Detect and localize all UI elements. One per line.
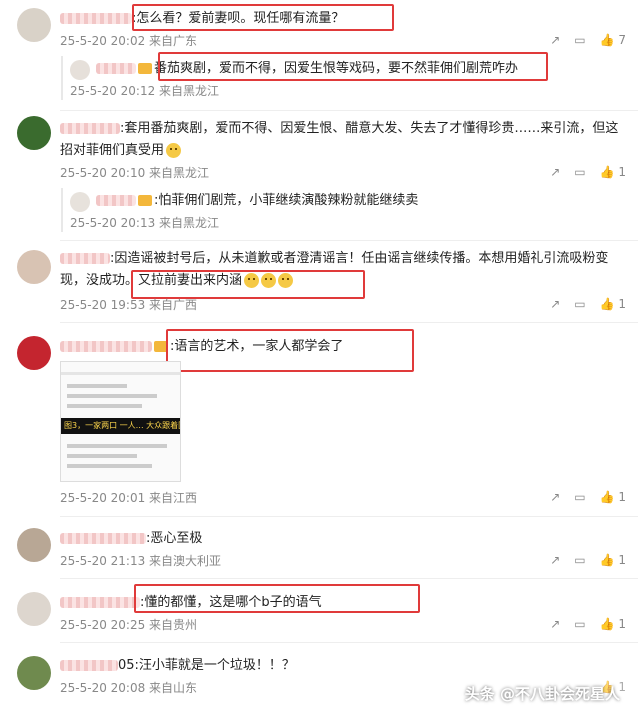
- highlight-box: [132, 4, 394, 31]
- comment-actions: ↗ ▭ 👍 1: [550, 617, 626, 631]
- username[interactable]: [96, 195, 136, 206]
- like-button[interactable]: 👍 1: [600, 553, 626, 567]
- share-icon[interactable]: ↗: [550, 165, 560, 179]
- crown-icon: [138, 63, 152, 74]
- comment-meta: 25-5-20 19:53 来自广西: [60, 298, 198, 312]
- reply-bar: [61, 188, 63, 232]
- share-icon[interactable]: ↗: [550, 617, 560, 631]
- highlight-box: [166, 329, 414, 372]
- comment-meta: 25-5-20 20:10 来自黑龙江: [60, 166, 210, 180]
- like-button[interactable]: 👍 1: [600, 617, 626, 631]
- image-caption: 图3，一家两口 一人… 大众跟着回国: [61, 418, 180, 434]
- divider: [60, 642, 638, 643]
- comment-text: :恶心至极: [60, 530, 202, 548]
- comment-meta: 25-5-20 20:12 来自黑龙江: [70, 84, 220, 98]
- avatar[interactable]: [70, 192, 90, 212]
- avatar[interactable]: [70, 60, 90, 80]
- comment-icon[interactable]: ▭: [574, 165, 585, 179]
- username[interactable]: [96, 63, 136, 74]
- comment-meta: 25-5-20 20:13 来自黑龙江: [70, 216, 220, 230]
- avatar[interactable]: [17, 336, 51, 370]
- comment-text: :套用番茄爽剧，爱而不得、因爱生恨、醋意大发、失去了才懂得珍贵……来引流，但这招…: [60, 121, 619, 158]
- share-icon[interactable]: ↗: [550, 490, 560, 504]
- comment-text: :怕菲佣们剧荒，小菲继续演酸辣粉就能继续卖: [96, 192, 418, 210]
- divider: [60, 516, 638, 517]
- avatar[interactable]: [17, 116, 51, 150]
- avatar[interactable]: [17, 528, 51, 562]
- comment-icon[interactable]: ▭: [574, 490, 585, 504]
- share-icon[interactable]: ↗: [550, 33, 560, 47]
- highlight-box: [131, 270, 365, 299]
- divider: [60, 322, 638, 323]
- username[interactable]: [60, 13, 132, 24]
- avatar[interactable]: [17, 656, 51, 690]
- avatar[interactable]: [17, 8, 51, 42]
- like-button[interactable]: 👍 1: [600, 490, 626, 504]
- comment-icon[interactable]: ▭: [574, 297, 585, 311]
- divider: [60, 110, 638, 111]
- comment-actions: ↗ ▭ 👍 1: [550, 165, 626, 179]
- reply-bar: [61, 56, 63, 100]
- comment-actions: ↗ ▭ 👍 7: [550, 33, 626, 47]
- comment-actions: ↗ ▭ 👍 1: [550, 490, 626, 504]
- username[interactable]: [60, 253, 110, 264]
- divider: [60, 578, 638, 579]
- comment-icon[interactable]: ▭: [574, 33, 585, 47]
- comment-meta: 25-5-20 21:13 来自澳大利亚: [60, 554, 222, 568]
- username[interactable]: [60, 533, 146, 544]
- share-icon[interactable]: ↗: [550, 297, 560, 311]
- comment-meta: 25-5-20 20:01 来自江西: [60, 491, 198, 505]
- like-button[interactable]: 👍 7: [600, 33, 626, 47]
- comment-image[interactable]: 图3，一家两口 一人… 大众跟着回国: [60, 361, 181, 482]
- comment-meta: 25-5-20 20:25 来自贵州: [60, 618, 198, 632]
- crown-icon: [138, 195, 152, 206]
- divider: [60, 240, 638, 241]
- comment-icon[interactable]: ▭: [574, 617, 585, 631]
- highlight-box: [158, 52, 548, 81]
- username[interactable]: [60, 341, 152, 352]
- comment-actions: ↗ ▭ 👍 1: [550, 553, 626, 567]
- share-icon[interactable]: ↗: [550, 553, 560, 567]
- avatar[interactable]: [17, 592, 51, 626]
- comment-icon[interactable]: ▭: [574, 553, 585, 567]
- watermark: 头条 @不八卦会死星人: [464, 685, 620, 703]
- comment-actions: ↗ ▭ 👍 1: [550, 297, 626, 311]
- comment-meta: 25-5-20 20:02 来自广东: [60, 34, 198, 48]
- username[interactable]: [60, 660, 118, 671]
- like-button[interactable]: 👍 1: [600, 165, 626, 179]
- username[interactable]: [60, 123, 120, 134]
- comment-meta: 25-5-20 20:08 来自山东: [60, 681, 198, 695]
- like-button[interactable]: 👍 1: [600, 297, 626, 311]
- avatar[interactable]: [17, 250, 51, 284]
- username[interactable]: [60, 597, 140, 608]
- comment-text: 05:汪小菲就是一个垃圾！！？: [60, 657, 295, 675]
- highlight-box: [134, 584, 420, 613]
- emoji-icon: [166, 143, 182, 158]
